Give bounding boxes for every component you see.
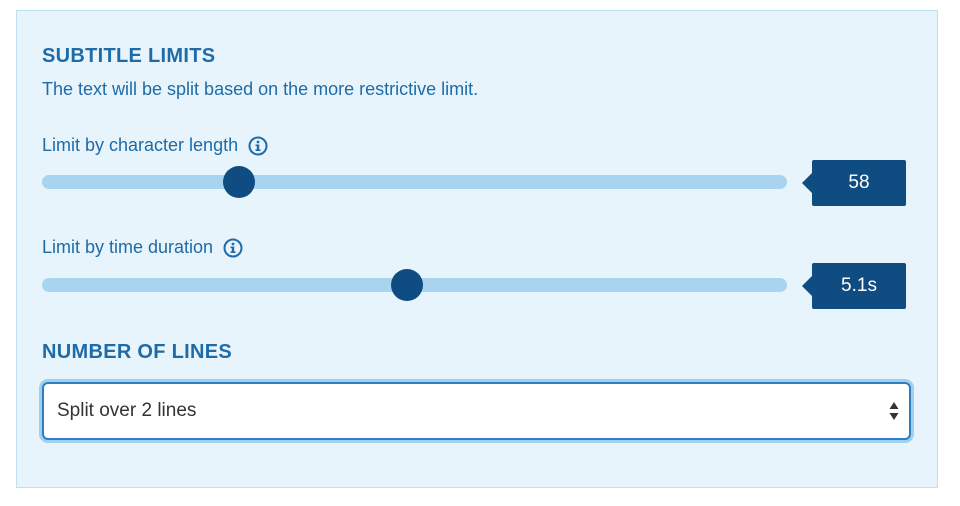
subtitle-limits-description: The text will be split based on the more… bbox=[42, 79, 479, 99]
character-length-slider-thumb[interactable] bbox=[223, 166, 256, 198]
character-length-value-badge: 58 bbox=[802, 160, 906, 206]
time-duration-slider-thumb[interactable] bbox=[391, 269, 424, 301]
subtitle-settings-panel: SUBTITLE LIMITS The text will be split b… bbox=[16, 10, 938, 488]
character-length-label-row: Limit by character length bbox=[42, 135, 268, 156]
number-of-lines-selected-value: Split over 2 lines bbox=[57, 400, 197, 421]
character-length-label: Limit by character length bbox=[42, 135, 239, 155]
number-of-lines-select[interactable]: Split over 2 lines bbox=[42, 382, 911, 440]
time-duration-value-badge: 5.1s bbox=[802, 263, 906, 309]
info-icon[interactable] bbox=[223, 238, 243, 258]
updown-arrows-icon bbox=[889, 400, 899, 422]
character-length-slider[interactable] bbox=[42, 166, 787, 198]
info-icon[interactable] bbox=[248, 136, 268, 156]
time-duration-slider[interactable] bbox=[42, 269, 787, 301]
time-duration-label-row: Limit by time duration bbox=[42, 237, 243, 258]
subtitle-limits-heading: SUBTITLE LIMITS bbox=[42, 45, 216, 67]
number-of-lines-heading: NUMBER OF LINES bbox=[42, 341, 233, 363]
time-duration-label: Limit by time duration bbox=[42, 237, 214, 257]
